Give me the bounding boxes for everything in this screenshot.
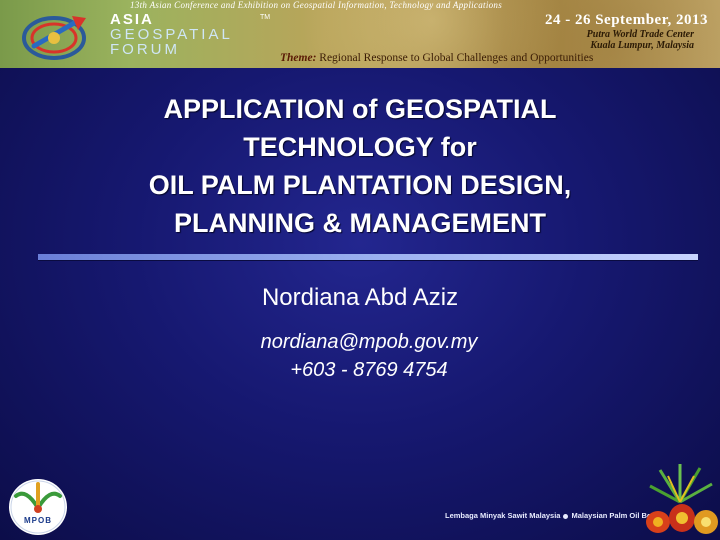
author-email: nordiana@mpob.gov.my [260,331,478,353]
venue-line2: Kuala Lumpur, Malaysia [590,40,694,51]
separator-dot [563,513,569,519]
title-divider [38,254,698,260]
title-line: OIL PALM PLANTATION DESIGN, [148,170,572,200]
venue-line1: Putra World Trade Center [586,29,694,40]
author-name: Nordiana Abd Aziz [261,284,459,311]
theme-text: Regional Response to Global Challenges a… [319,52,594,64]
theme-line: Theme: Regional Response to Global Chall… [280,52,712,64]
event-date: 24 - 26 September, 2013 [544,12,708,28]
conference-banner: ASIA GEOSPATIAL FORUM TM 13th Asian Conf… [0,0,720,68]
title-line: APPLICATION of GEOSPATIAL [163,94,557,124]
mpob-palm-logo-icon [9,479,67,535]
venue: Putra World Trade Center Kuala Lumpur, M… [587,29,694,51]
title-line: TECHNOLOGY for [243,132,477,162]
footer-org-names: Lembaga Minyak Sawit Malaysia Malaysian P… [445,511,663,520]
forum-name: ASIA GEOSPATIAL FORUM [110,12,233,57]
forum-name-line3: FORUM [110,41,180,58]
conference-line: 13th Asian Conference and Exhibition on … [130,0,503,10]
presentation-title: APPLICATION of GEOSPATIAL TECHNOLOGY for… [60,90,660,242]
trademark-mark: TM [260,14,271,21]
slide: ASIA GEOSPATIAL FORUM TM 13th Asian Conf… [0,0,720,540]
theme-label: Theme: [280,52,317,64]
org-name-malay: Lembaga Minyak Sawit Malaysia [445,511,561,520]
author-phone: +603 - 8769 4754 [290,359,448,381]
forum-name-line2: GEOSPATIAL [110,26,233,43]
title-line: PLANNING & MANAGEMENT [174,208,546,238]
forum-name-line1: ASIA [110,11,154,28]
globe-arrow-logo-icon [22,16,86,60]
palm-fruit-art-icon [646,464,718,534]
mpob-logo-text: MPOB [24,516,52,525]
